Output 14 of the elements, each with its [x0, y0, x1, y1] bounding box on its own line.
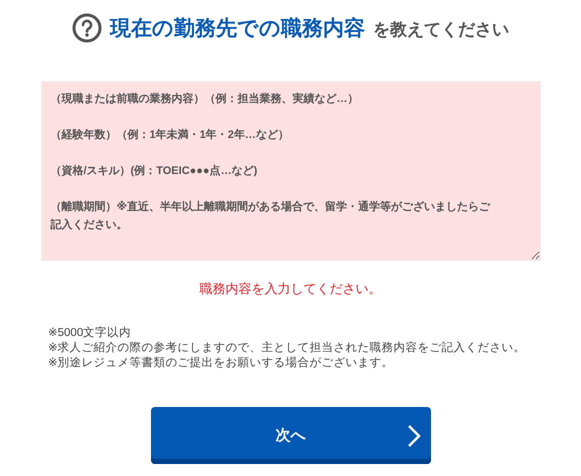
chevron-right-icon	[406, 424, 420, 448]
placeholder-text: （資格/スキル）(例：TOEIC●●●点…など)	[50, 164, 258, 179]
placeholder-text: （現職または前職の業務内容）（例：担当業務、実績など…）	[50, 92, 360, 107]
section-title: 現在の勤務先での職務内容	[110, 16, 365, 42]
note-text: ※求人ご紹介の際の参考にしますので、主として担当された職務内容をご記入ください。	[48, 341, 526, 356]
note-text: ※5000文字以内	[48, 326, 132, 341]
placeholder-text: （離職期間）※直近、半年以上離職期間がある場合で、留学・通学等がございましたらご記入ください。	[50, 200, 492, 233]
next-button[interactable]: 次へ	[150, 407, 430, 464]
note-text: ※別途レジュメ等書類のご提出をお願いする場合がございます。	[48, 356, 395, 371]
help-icon	[72, 13, 102, 43]
error-message: 職務内容を入力してください。	[200, 280, 382, 298]
placeholder-text: （経験年数）（例：1年未満・1年・2年…など）	[50, 128, 290, 143]
section-title-suffix: を教えてください	[373, 19, 509, 41]
job-description-field[interactable]	[40, 81, 540, 261]
